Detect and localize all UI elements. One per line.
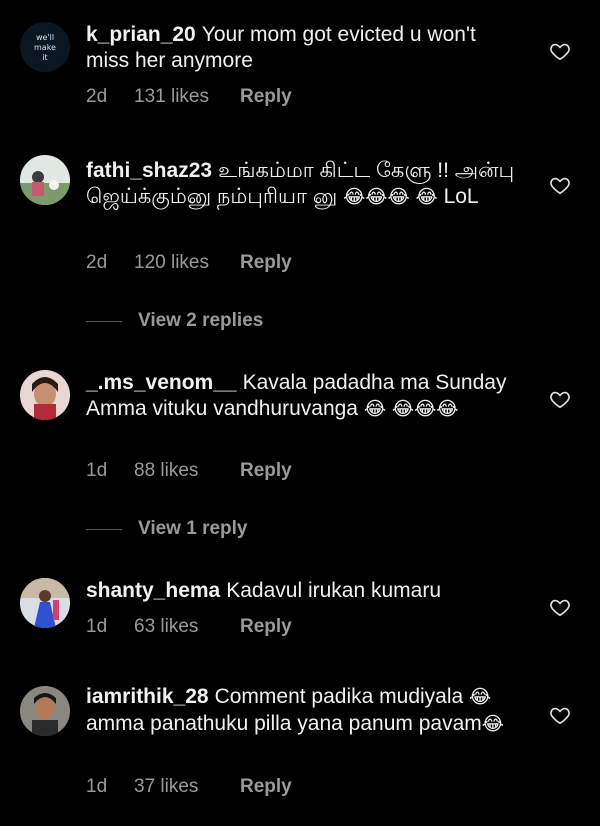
view-replies-label: View 1 reply <box>138 518 248 539</box>
likes-count[interactable]: 88 likes <box>134 460 240 482</box>
comment-text: k_prian_20 Your mom got evicted u won't m… <box>86 23 476 72</box>
laughing-emoji: 😂 <box>414 399 437 420</box>
username[interactable]: shanty_hema <box>86 579 220 602</box>
timestamp: 1d <box>86 776 108 797</box>
username[interactable]: _.ms_venom__ <box>86 371 237 394</box>
timestamp: 1d <box>86 616 108 637</box>
view-replies-label: View 2 replies <box>138 310 264 331</box>
laughing-emoji: 😂 <box>436 399 459 420</box>
svg-text:it: it <box>42 53 47 62</box>
avatar[interactable] <box>20 370 70 420</box>
laughing-emoji: 😂 <box>343 187 366 208</box>
timestamp: 1d <box>86 460 108 481</box>
svg-text:we'll: we'll <box>36 33 54 42</box>
view-replies-button[interactable]: View 2 replies <box>86 310 263 332</box>
laughing-emoji: 😂 <box>363 399 387 420</box>
reply-button[interactable]: Reply <box>240 252 292 274</box>
comment-text: shanty_hema Kadavul irukan kumaru <box>86 579 442 602</box>
avatar[interactable] <box>20 578 70 628</box>
heart-icon[interactable] <box>549 704 571 726</box>
comment-text: fathi_shaz23 உங்கம்மா கிட்ட கேளு !! அன்பு… <box>86 159 515 208</box>
username[interactable]: iamrithik_28 <box>86 685 209 708</box>
reply-divider <box>86 528 122 530</box>
comment-meta: 2d 131 likes Reply <box>86 86 292 108</box>
heart-icon[interactable] <box>549 40 571 62</box>
heart-icon[interactable] <box>549 596 571 618</box>
comment-meta: 1d 88 likes Reply <box>86 460 292 482</box>
username[interactable]: fathi_shaz23 <box>86 159 212 182</box>
likes-count[interactable]: 131 likes <box>134 86 240 108</box>
heart-icon[interactable] <box>549 388 571 410</box>
reply-button[interactable]: Reply <box>240 460 292 482</box>
laughing-emoji: 😂 <box>391 399 415 420</box>
likes-count[interactable]: 37 likes <box>134 776 240 798</box>
laughing-emoji: 😂 <box>469 687 492 708</box>
comment-meta: 2d 120 likes Reply <box>86 252 292 274</box>
avatar[interactable]: we'll make it <box>20 22 70 72</box>
comment-text: iamrithik_28 Comment padika mudiyala 😂amm… <box>86 685 504 735</box>
laughing-emoji: 😂 <box>415 187 438 208</box>
laughing-emoji: 😂 <box>365 187 388 208</box>
comment-text: _.ms_venom__ Kavala padadha ma Sunday Amm… <box>86 371 507 420</box>
avatar[interactable] <box>20 155 70 205</box>
view-replies-button[interactable]: View 1 reply <box>86 518 248 540</box>
reply-button[interactable]: Reply <box>240 616 292 638</box>
svg-text:make: make <box>34 43 56 52</box>
likes-count[interactable]: 120 likes <box>134 252 240 274</box>
comment-meta: 1d 63 likes Reply <box>86 616 292 638</box>
laughing-emoji: 😂 <box>481 714 504 735</box>
username[interactable]: k_prian_20 <box>86 23 196 46</box>
reply-button[interactable]: Reply <box>240 86 292 108</box>
comment-meta: 1d 37 likes Reply <box>86 776 292 798</box>
timestamp: 2d <box>86 252 108 273</box>
reply-button[interactable]: Reply <box>240 776 292 798</box>
heart-icon[interactable] <box>549 174 571 196</box>
timestamp: 2d <box>86 86 108 107</box>
laughing-emoji: 😂 <box>387 187 410 208</box>
avatar[interactable] <box>20 686 70 736</box>
reply-divider <box>86 320 122 322</box>
likes-count[interactable]: 63 likes <box>134 616 240 638</box>
